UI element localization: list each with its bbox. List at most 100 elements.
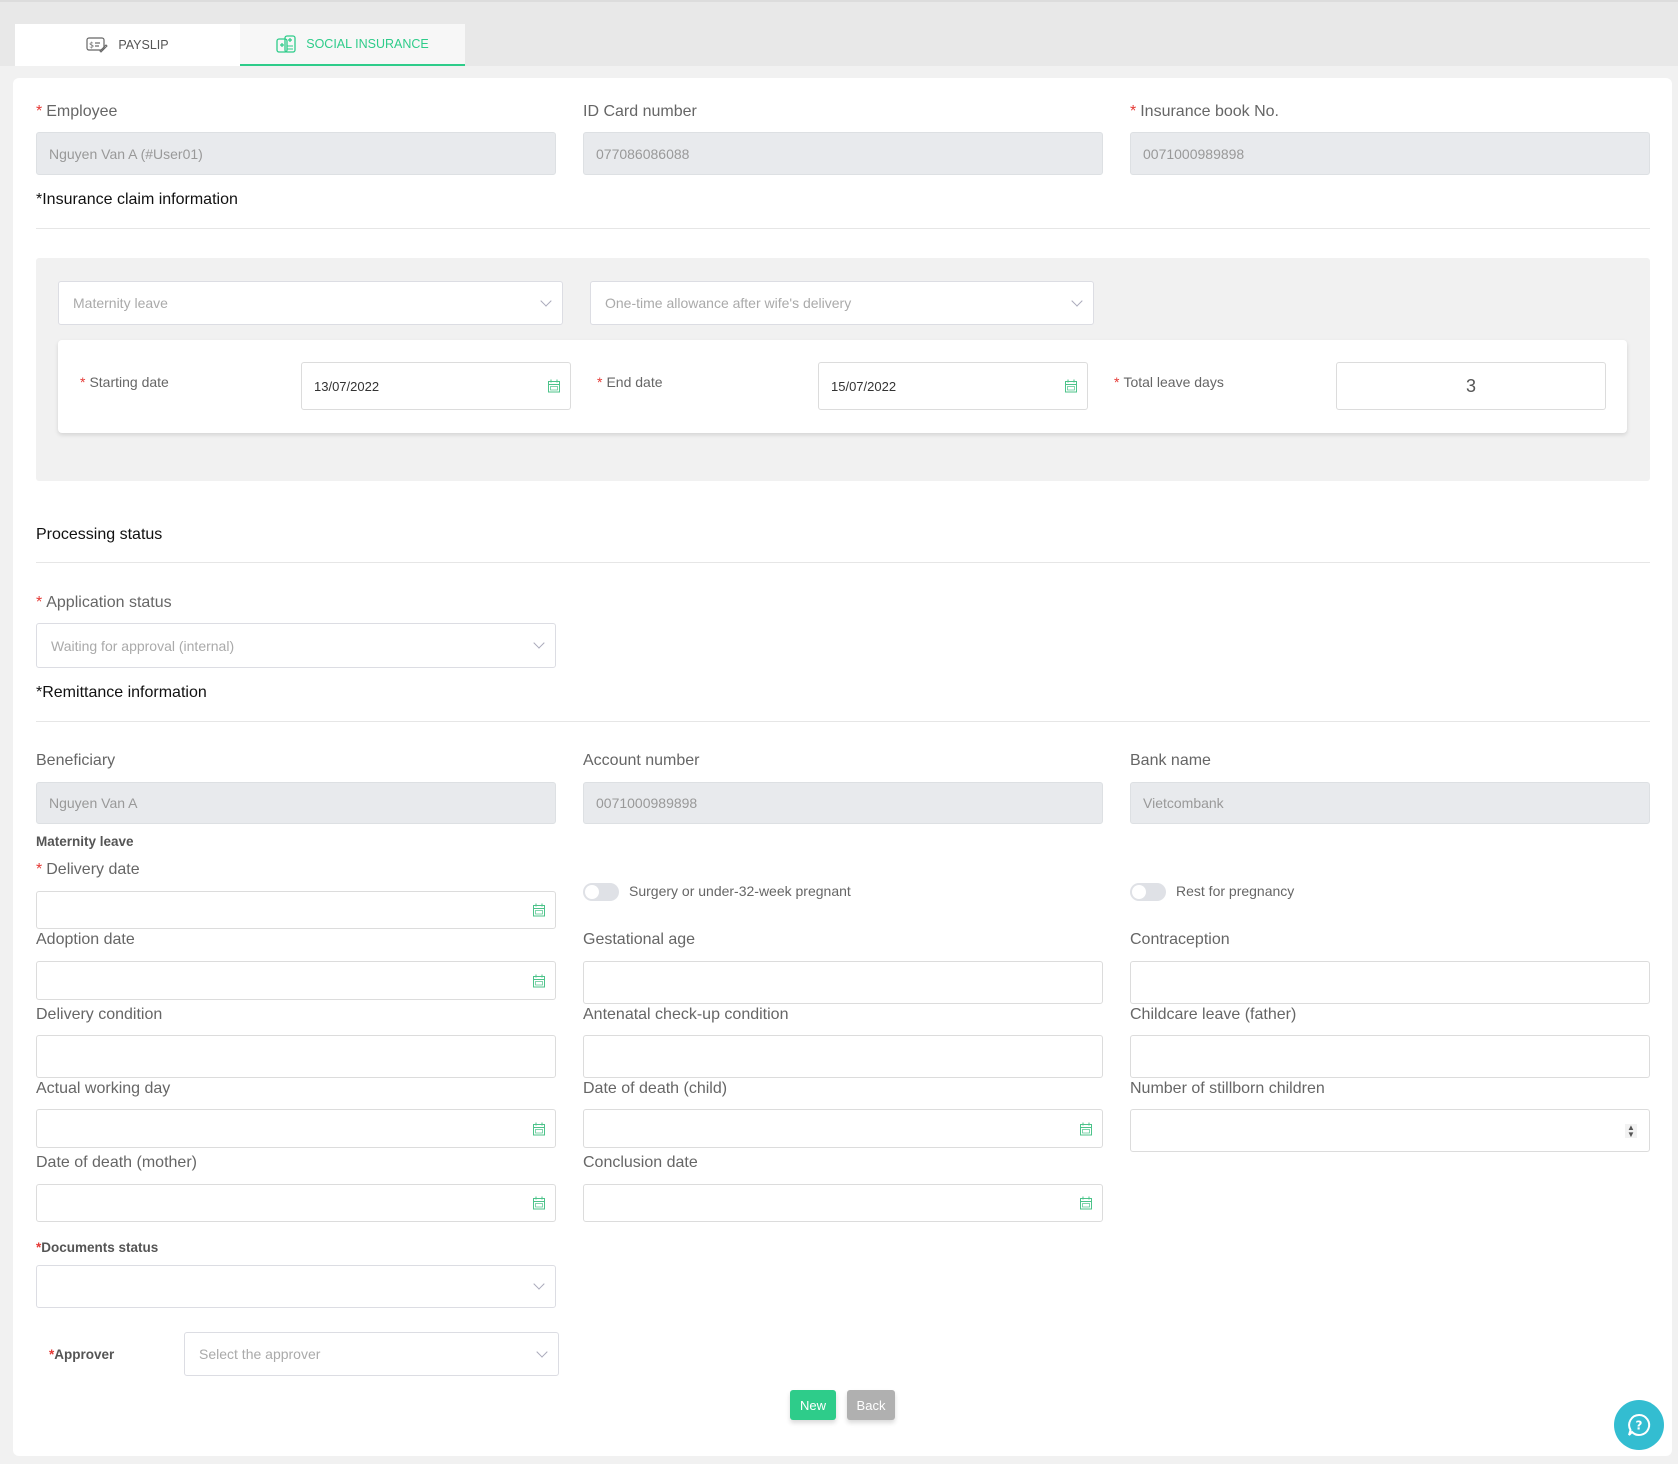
calendar-icon [533,1196,545,1210]
calendar-icon [533,903,545,917]
required-mark: * [36,594,43,611]
date-of-death-mother-input[interactable] [36,1184,556,1222]
social-insurance-icon [276,35,296,53]
insurance-book-field[interactable]: 0071000989898 [1130,132,1650,175]
account-number-field[interactable]: 0071000989898 [583,782,1103,824]
chevron-down-icon [540,294,552,307]
childcare-leave-input[interactable] [1130,1035,1650,1078]
employee-field[interactable]: Nguyen Van A (#User01) [36,132,556,175]
bank-name-label: Bank name [1130,752,1211,769]
svg-text:$: $ [89,41,94,50]
field-value: 3 [1465,375,1476,396]
surgery-toggle-label: Surgery or under-32-week pregnant [629,883,851,899]
total-leave-days-label: * Total leave days [1114,374,1224,390]
adoption-date-input[interactable] [36,961,556,1000]
required-mark: * [36,103,43,120]
required-mark: * [80,374,86,390]
calendar-icon [1065,379,1077,393]
label-text: Delivery date [46,861,140,878]
field-value: 0071000989898 [1143,145,1245,162]
new-button[interactable]: New [790,1390,836,1420]
chevron-down-icon [1071,294,1083,307]
approver-select[interactable]: Select the approver [184,1332,559,1376]
chevron-down-icon [533,1278,545,1290]
delivery-date-input[interactable] [36,891,556,929]
contraception-input[interactable] [1130,961,1650,1004]
chevron-down-icon [533,637,545,649]
id-card-label: ID Card number [583,103,697,120]
delivery-condition-input[interactable] [36,1035,556,1078]
rest-for-pregnancy-toggle[interactable] [1130,883,1166,901]
field-value: 13/07/2022 [314,378,380,394]
processing-status-heading: Processing status [36,526,163,543]
actual-working-day-input[interactable] [36,1109,556,1148]
required-mark: * [36,861,43,878]
date-of-death-mother-label: Date of death (mother) [36,1154,197,1171]
maternity-subheading: Maternity leave [36,834,134,849]
remittance-heading: *Remittance information [36,684,207,701]
label-text: Documents status [41,1240,159,1255]
application-status-label: * Application status [36,594,172,612]
rest-for-pregnancy-label: Rest for pregnancy [1176,883,1295,899]
claim-subtype-select[interactable]: One-time allowance after wife's delivery [590,281,1094,325]
calendar-icon [1080,1196,1092,1210]
gestational-age-input[interactable] [583,961,1103,1004]
calendar-icon [1080,1122,1092,1135]
application-status-select[interactable]: Waiting for approval (internal) [36,623,556,668]
divider [36,721,1650,722]
end-date-input[interactable]: 15/07/2022 [818,362,1088,410]
field-value: 077086086088 [596,145,690,162]
select-placeholder: Select the approver [199,1346,321,1362]
label-text: End date [606,374,663,390]
antenatal-label: Antenatal check-up condition [583,1006,789,1023]
claim-type-select[interactable]: Maternity leave [58,281,563,325]
label-text: Approver [54,1347,115,1362]
documents-status-select[interactable] [36,1265,556,1308]
delivery-date-label: * Delivery date [36,861,140,879]
id-card-field[interactable]: 077086086088 [583,132,1103,175]
number-spinner-icon[interactable]: ▲ ▼ [1625,1123,1637,1138]
gestational-age-label: Gestational age [583,931,696,948]
divider [36,562,1650,563]
insurance-claim-heading: *Insurance claim information [36,191,238,208]
contraception-label: Contraception [1130,931,1230,948]
adoption-date-label: Adoption date [36,931,135,948]
divider [36,228,1650,229]
field-value: 0071000989898 [596,795,698,811]
surgery-toggle[interactable] [583,883,619,901]
required-mark: * [1130,103,1137,120]
label-text: Insurance book No. [1140,103,1279,120]
field-value: Vietcombank [1143,795,1224,811]
stillborn-children-label: Number of stillborn children [1130,1080,1325,1097]
approver-label: *Approver [49,1347,114,1362]
tab-label: SOCIAL INSURANCE [306,37,429,51]
field-value: Nguyen Van A [49,795,138,811]
tab-label: PAYSLIP [118,38,169,52]
required-mark: * [597,374,603,390]
page-background [0,66,13,1464]
label-text: Starting date [89,374,169,390]
date-of-death-child-label: Date of death (child) [583,1080,728,1097]
label-text: Total leave days [1123,374,1224,390]
insurance-book-label: * Insurance book No. [1130,103,1279,121]
actual-working-day-label: Actual working day [36,1080,171,1097]
conclusion-date-input[interactable] [583,1184,1103,1222]
tab-payslip[interactable]: $ PAYSLIP [15,24,240,66]
childcare-leave-label: Childcare leave (father) [1130,1006,1297,1023]
back-button[interactable]: Back [847,1390,895,1420]
select-value: One-time allowance after wife's delivery [605,295,852,311]
stillborn-children-input[interactable]: ▲ ▼ [1130,1109,1650,1152]
antenatal-input[interactable] [583,1035,1103,1078]
beneficiary-field[interactable]: Nguyen Van A [36,782,556,824]
select-value: Maternity leave [73,295,168,311]
date-of-death-child-input[interactable] [583,1109,1103,1148]
help-button[interactable]: ? [1614,1400,1664,1450]
tab-social-insurance[interactable]: SOCIAL INSURANCE [240,24,465,66]
calendar-icon [533,1122,545,1135]
end-date-label: * End date [597,374,663,390]
total-leave-days-input[interactable]: 3 [1336,362,1606,410]
beneficiary-label: Beneficiary [36,752,116,769]
bank-name-field[interactable]: Vietcombank [1130,782,1650,824]
calendar-icon [548,379,560,393]
starting-date-input[interactable]: 13/07/2022 [301,362,571,410]
